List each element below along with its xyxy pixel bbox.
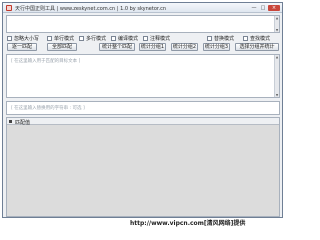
scroll-up-icon[interactable]: ▲ — [275, 16, 279, 20]
count-groups-1-button[interactable]: 统计分组1 — [139, 43, 166, 51]
close-button[interactable]: × — [268, 5, 280, 11]
window-title: 天行中国正则工具 | www.zeskynet.com.cn | 1.0 by … — [15, 6, 167, 12]
header-corner-icon — [9, 120, 12, 123]
result-list-header: 匹配值 — [7, 118, 279, 126]
app-window: 天行中国正则工具 | www.zeskynet.com.cn | 1.0 by … — [2, 2, 283, 218]
single-line-checkbox[interactable] — [47, 35, 52, 41]
replace-checkbox[interactable] — [207, 35, 212, 41]
comment-label: 注释模式 — [150, 35, 171, 42]
lookup-checkbox[interactable] — [243, 35, 248, 41]
lookup-option[interactable]: 查找模式 — [243, 35, 271, 42]
single-line-option[interactable]: 单行模式 — [47, 35, 75, 42]
compile-option[interactable]: 编译模式 — [111, 35, 139, 42]
scroll-down-icon[interactable]: ▼ — [275, 28, 279, 32]
comment-option[interactable]: 注释模式 — [143, 35, 171, 42]
replace-option[interactable]: 替换模式 — [207, 35, 235, 42]
next-match-button[interactable]: 逐一匹配 — [7, 43, 37, 51]
target-text-placeholder: [ 在这里输入用于匹配的目标文本 ] — [11, 59, 81, 64]
result-list[interactable]: 匹配值 — [6, 117, 280, 217]
multi-line-checkbox[interactable] — [79, 35, 84, 41]
watermark-text: http://www.vipcn.com[清风网络]提供 — [130, 220, 246, 227]
ignore-case-option[interactable]: 忽略大小写 — [7, 35, 40, 42]
match-all-button[interactable]: 全部匹配 — [47, 43, 77, 51]
target-text-input[interactable]: [ 在这里输入用于匹配的目标文本 ] ▲ ▼ — [6, 54, 280, 98]
regex-pattern-input[interactable]: ▲ ▼ — [6, 15, 280, 33]
count-groups-2-button[interactable]: 统计分组2 — [171, 43, 198, 51]
multi-line-label: 多行模式 — [86, 35, 107, 42]
match-value-column-header[interactable]: 匹配值 — [15, 119, 30, 126]
pattern-scrollbar[interactable]: ▲ ▼ — [274, 16, 279, 32]
compile-label: 编译模式 — [118, 35, 139, 42]
scroll-down-icon[interactable]: ▼ — [275, 93, 279, 97]
ignore-case-label: 忽略大小写 — [14, 35, 40, 42]
compile-checkbox[interactable] — [111, 35, 116, 41]
replace-string-placeholder: [ 在这里输入替换用的字符串 : 可选 ] — [11, 106, 85, 111]
app-icon — [6, 5, 12, 11]
maximize-button[interactable]: □ — [259, 5, 267, 11]
comment-checkbox[interactable] — [143, 35, 148, 41]
lookup-label: 查找模式 — [250, 35, 271, 42]
input-scrollbar[interactable]: ▲ ▼ — [274, 55, 279, 97]
select-group-button[interactable]: 选择分组并统计 — [235, 43, 279, 51]
minimize-button[interactable]: — — [250, 5, 258, 11]
count-groups-3-button[interactable]: 统计分组3 — [203, 43, 230, 51]
title-bar: 天行中国正则工具 | www.zeskynet.com.cn | 1.0 by … — [3, 3, 282, 13]
replace-label: 替换模式 — [214, 35, 235, 42]
replace-string-input[interactable]: [ 在这里输入替换用的字符串 : 可选 ] — [6, 101, 280, 115]
ignore-case-checkbox[interactable] — [7, 35, 12, 41]
count-matches-button[interactable]: 统计整个匹配 — [99, 43, 135, 51]
multi-line-option[interactable]: 多行模式 — [79, 35, 107, 42]
scroll-up-icon[interactable]: ▲ — [275, 55, 279, 59]
single-line-label: 单行模式 — [54, 35, 75, 42]
